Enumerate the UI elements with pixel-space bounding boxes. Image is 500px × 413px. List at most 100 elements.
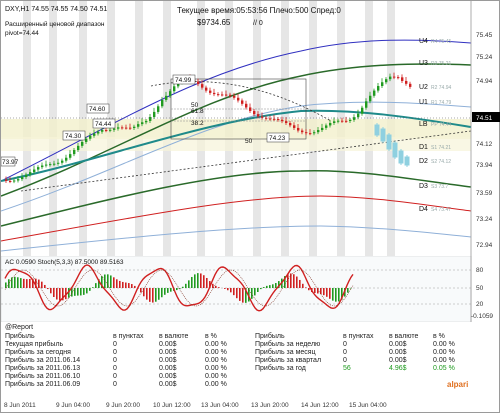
svg-text:74.30: 74.30 (65, 133, 82, 140)
candle-body (125, 127, 128, 129)
report-header-currency: в валюте (159, 333, 189, 340)
ac-bar (326, 288, 328, 297)
ac-bar (164, 288, 166, 295)
ac-bar (29, 278, 31, 288)
ac-bar (125, 282, 127, 288)
candle-body (225, 94, 228, 96)
candle-body (365, 101, 368, 108)
report-row-label: Прибыль за сегодня (5, 349, 71, 356)
ac-bar (59, 288, 61, 301)
candle-body (385, 79, 388, 83)
candle-body (141, 122, 144, 125)
svg-text:50: 50 (476, 285, 484, 292)
candle-body (93, 133, 96, 136)
ac-bar (212, 283, 214, 288)
candle-body (129, 127, 132, 129)
report-header-points: в пунктах (343, 333, 374, 340)
svg-text:LB: LB (419, 121, 428, 128)
ac-bar (299, 279, 301, 288)
indicator-panel[interactable]: AC 0.0590 Stoch(5,3,3) 87.5000 89.5163 8… (1, 256, 500, 322)
ac-bar (146, 288, 148, 300)
ac-bar (44, 284, 46, 288)
candle-body (353, 117, 356, 120)
candle-body (157, 106, 160, 112)
candle-body (329, 123, 332, 126)
ac-bar (230, 288, 232, 293)
svg-text:U2: U2 (419, 84, 428, 91)
ac-bar (77, 288, 79, 296)
svg-text:U4: U4 (419, 38, 428, 45)
report-panel: @Report Прибыль в пунктах в валюте в % Т… (5, 324, 469, 389)
svg-text:R3 75.21: R3 75.21 (431, 61, 452, 67)
ac-bar (56, 288, 58, 300)
candle-body (213, 92, 216, 95)
candle-body (109, 129, 112, 131)
report-header-profit: Прибыль (255, 333, 285, 340)
candle-body (273, 118, 276, 120)
ac-bar (161, 288, 163, 298)
ac-bar (92, 287, 94, 288)
ac-bar (185, 283, 187, 288)
ac-bar (293, 274, 295, 288)
ac-bar (317, 288, 319, 294)
report-row-label: Прибыль за год (255, 365, 306, 372)
svg-text:R4 75.45: R4 75.45 (431, 39, 452, 45)
candle-body (101, 130, 104, 132)
candle-body (341, 120, 344, 122)
svg-text:74.23: 74.23 (269, 135, 286, 142)
ac-bar (335, 288, 337, 302)
price-chart[interactable]: 75.45 75.24 74.94 74.51 74.12 73.94 73.5… (1, 1, 500, 256)
d4-line (1, 195, 472, 242)
candle-body (333, 121, 336, 124)
ac-bar (191, 276, 193, 288)
ac-bar (155, 288, 157, 302)
ac-bar (41, 281, 43, 288)
ac-bar (23, 278, 25, 288)
ac-bar (236, 288, 238, 299)
candle-body (57, 162, 60, 164)
ac-bar (131, 284, 133, 288)
candle-body (21, 177, 24, 180)
svg-text:74.44: 74.44 (95, 121, 112, 128)
ac-bar (14, 276, 16, 288)
svg-text:74.60: 74.60 (89, 106, 106, 113)
candle-body (5, 179, 8, 181)
ac-bar (272, 284, 274, 288)
report-header-currency: в валюте (389, 333, 419, 340)
svg-text:74.99: 74.99 (175, 77, 192, 84)
candle-body (377, 86, 380, 91)
svg-text:R2 74.94: R2 74.94 (431, 85, 452, 91)
candle-body (369, 95, 372, 102)
ac-bar (233, 288, 235, 296)
candle-body (397, 77, 400, 79)
ac-bar (47, 288, 49, 290)
ac-bar (152, 288, 154, 303)
ac-bar (26, 279, 28, 288)
svg-text:50: 50 (245, 138, 253, 145)
candle-body (53, 163, 56, 165)
ac-bar (200, 273, 202, 288)
ac-bar (116, 279, 118, 288)
candle-body (301, 130, 304, 133)
candle-body (45, 164, 48, 166)
candle-body (297, 127, 300, 131)
price-tick: 74.94 (476, 78, 493, 85)
current-price-label: 74.51 (476, 115, 493, 122)
candle-body (229, 94, 232, 96)
report-header-points: в пунктах (113, 333, 144, 340)
ac-bar (224, 288, 226, 289)
candle-body (305, 132, 308, 134)
candle-body (261, 116, 264, 118)
svg-text:S1 74.21: S1 74.21 (431, 145, 451, 151)
ac-bar (110, 275, 112, 288)
ac-bar (218, 287, 220, 288)
svg-text:PP 74.44: PP 74.44 (431, 122, 452, 128)
candle-body (41, 165, 44, 168)
candle-body (217, 94, 220, 96)
candle-body (97, 131, 100, 134)
report-row-label: Прибыль за квартал (255, 357, 322, 364)
candle-body (337, 120, 340, 122)
candle-body (73, 150, 76, 155)
candle-body (357, 113, 360, 118)
ac-bar (263, 287, 265, 288)
